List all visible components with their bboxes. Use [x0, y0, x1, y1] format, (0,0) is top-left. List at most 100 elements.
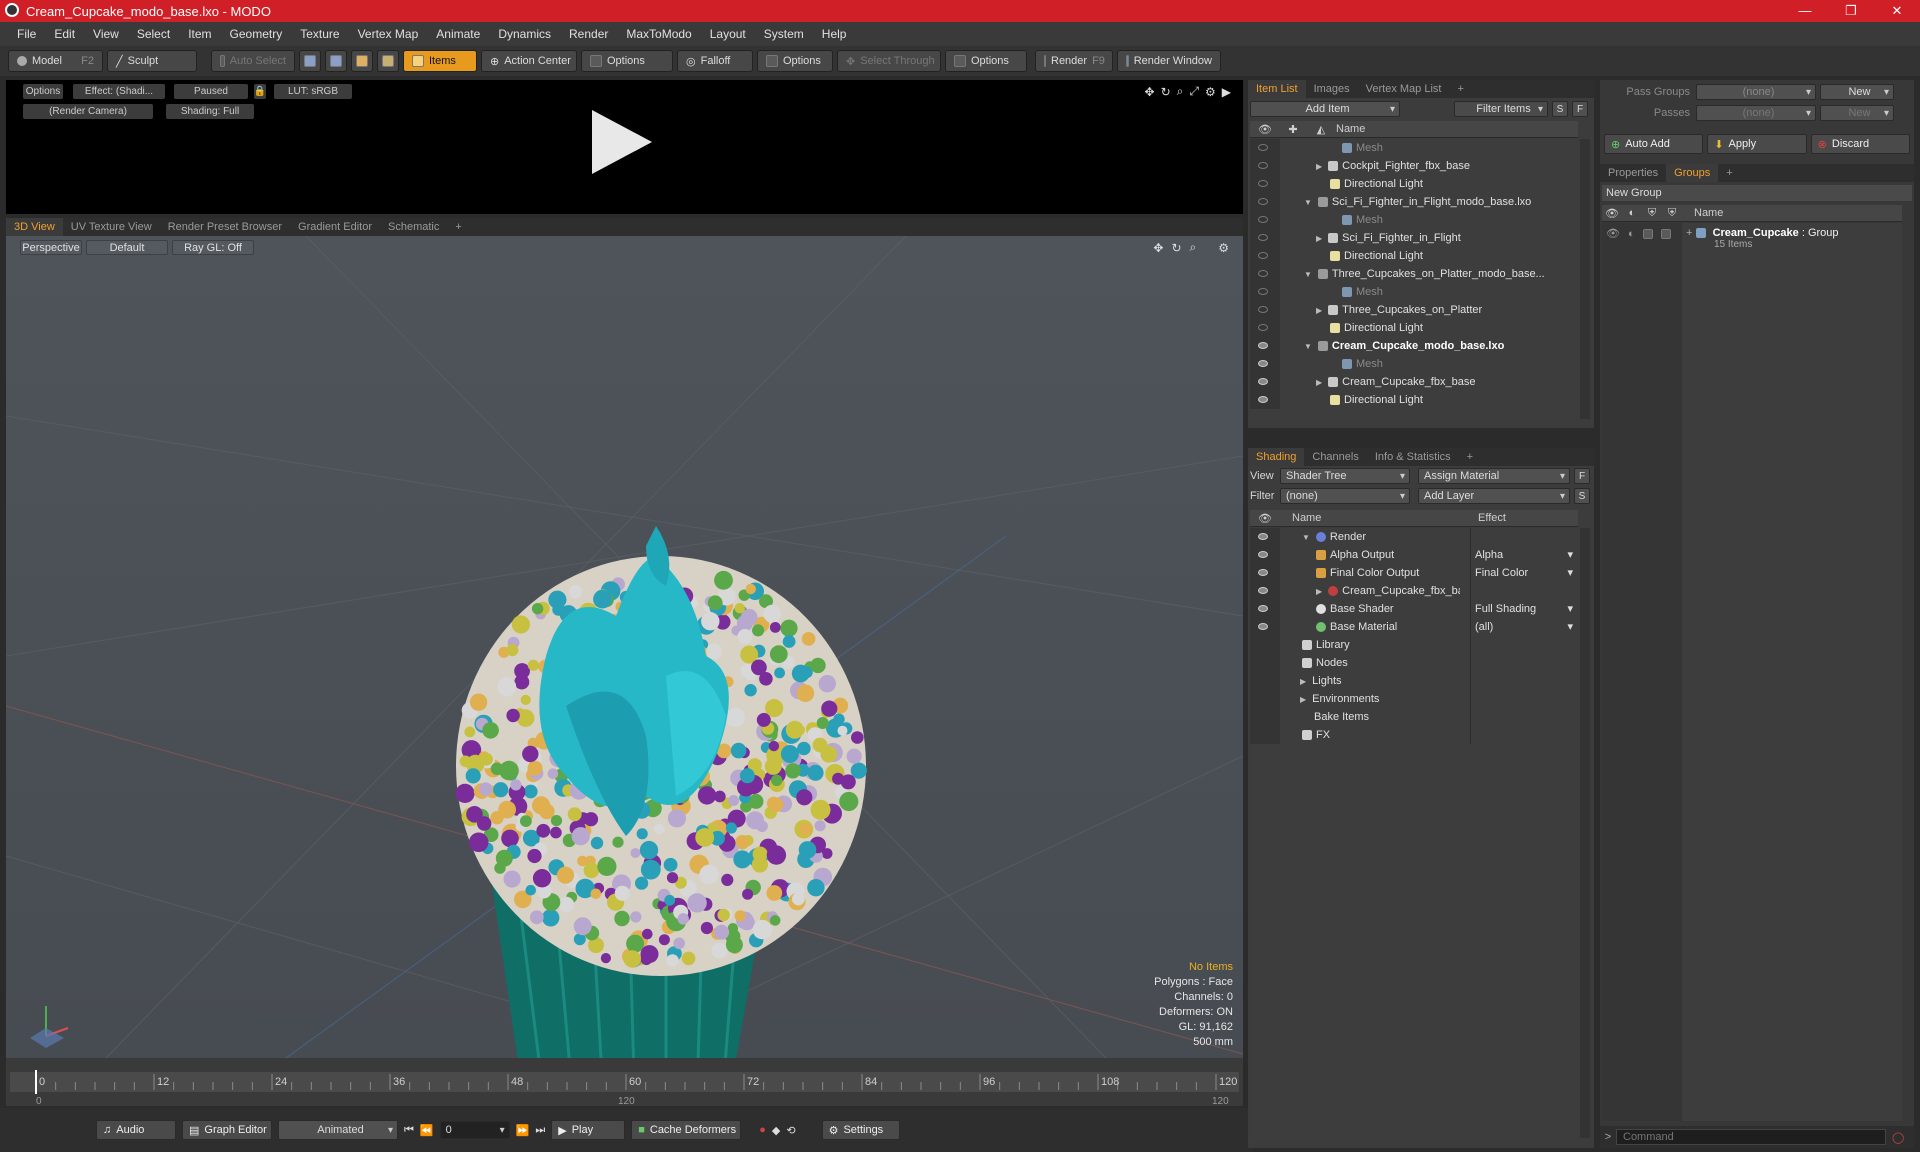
auto-select-button[interactable]: Auto Select	[211, 50, 295, 72]
model-mode-button[interactable]: Model F2	[8, 50, 103, 72]
tab-item-list[interactable]: Item List	[1248, 80, 1306, 98]
animated-dropdown[interactable]: Animated	[278, 1120, 398, 1140]
fit-icon[interactable]: ⤢	[1189, 84, 1199, 99]
new-group-button[interactable]: New Group	[1602, 185, 1912, 201]
shading-name-column[interactable]: Name	[1280, 512, 1474, 524]
pass-groups-dropdown[interactable]: (none)	[1696, 84, 1816, 100]
list-item[interactable]: Directional Light	[1250, 319, 1578, 337]
materials-mode-button[interactable]	[377, 50, 399, 72]
preview-shading-dropdown[interactable]: Shading: Full	[166, 104, 254, 119]
list-item[interactable]: ▼ Three_Cupcakes_on_Platter_modo_base...	[1250, 265, 1578, 283]
zoom-icon[interactable]: ⌕	[1177, 84, 1184, 99]
eye-icon[interactable]: 👁	[1606, 227, 1620, 240]
visibility-cell[interactable]	[1250, 175, 1280, 193]
next-frame-icon[interactable]: ⏩	[516, 1124, 530, 1137]
menu-help[interactable]: Help	[813, 27, 856, 41]
visibility-cell[interactable]	[1250, 265, 1280, 283]
close-button[interactable]: ✕	[1874, 0, 1920, 22]
lock-column-icon[interactable]: ✚	[1280, 123, 1306, 136]
shading-scrollbar[interactable]	[1580, 528, 1590, 1138]
visibility-cell[interactable]	[1250, 636, 1280, 654]
viewport-settings-gear-icon[interactable]: ⚙	[1218, 241, 1229, 255]
shader-tree-row[interactable]: Bake Items	[1250, 708, 1578, 726]
new-pass-group-button[interactable]: New	[1820, 84, 1894, 100]
cache-deformers-button[interactable]: ■ Cache Deformers	[631, 1120, 742, 1140]
eye-icon[interactable]	[1258, 605, 1268, 612]
list-item[interactable]: Directional Light	[1250, 247, 1578, 265]
menu-maxtomodo[interactable]: MaxToModo	[617, 27, 700, 41]
render-column-icon[interactable]: ◐	[1622, 207, 1642, 219]
eye-icon[interactable]	[1258, 324, 1268, 331]
pan-icon[interactable]: ✥	[1153, 241, 1163, 255]
eye-icon[interactable]	[1258, 144, 1268, 151]
command-history-icon[interactable]: ◯	[1892, 1131, 1904, 1144]
visibility-cell[interactable]	[1250, 654, 1280, 672]
menu-dynamics[interactable]: Dynamics	[489, 27, 560, 41]
visibility-cell[interactable]	[1250, 229, 1280, 247]
menu-geometry[interactable]: Geometry	[221, 27, 292, 41]
eye-icon[interactable]	[1258, 198, 1268, 205]
item-list-scrollbar[interactable]	[1580, 139, 1590, 419]
menu-render[interactable]: Render	[560, 27, 617, 41]
polygons-mode-button[interactable]	[351, 50, 373, 72]
falloff-options-button[interactable]: Options	[757, 50, 833, 72]
visibility-cell[interactable]	[1250, 708, 1280, 726]
eye-icon[interactable]	[1258, 342, 1268, 349]
discard-button[interactable]: ⊗ Discard	[1810, 134, 1910, 154]
render-icon[interactable]: ◐	[1628, 228, 1635, 240]
auto-add-button[interactable]: ⊕ Auto Add	[1604, 134, 1704, 154]
visibility-cell[interactable]	[1250, 546, 1280, 564]
list-item[interactable]: ▶ Cockpit_Fighter_fbx_base	[1250, 157, 1578, 175]
expand-arrow-icon[interactable]: ▶	[1316, 162, 1322, 171]
visibility-cell[interactable]	[1250, 355, 1280, 373]
menu-system[interactable]: System	[755, 27, 813, 41]
lock-icon[interactable]: 🔒	[254, 84, 266, 99]
preview-camera-dropdown[interactable]: (Render Camera)	[23, 104, 153, 119]
minimize-button[interactable]: —	[1782, 0, 1828, 22]
audio-button[interactable]: ♫ Audio	[96, 1120, 176, 1140]
chevron-down-icon[interactable]: ▾	[1567, 600, 1573, 618]
zoom-icon[interactable]: ⌕	[1190, 240, 1197, 255]
menu-select[interactable]: Select	[128, 27, 179, 41]
shader-tree-row[interactable]: ▶ Lights	[1250, 672, 1578, 690]
maximize-button[interactable]: ❐	[1828, 0, 1874, 22]
visibility-cell[interactable]	[1250, 319, 1280, 337]
tab-vertex-map-list[interactable]: Vertex Map List	[1358, 80, 1450, 98]
tab-[interactable]: +	[1449, 80, 1471, 98]
shader-tree-dropdown[interactable]: Shader Tree	[1280, 468, 1410, 484]
chevron-down-icon[interactable]: ▾	[1567, 618, 1573, 636]
tab-[interactable]: +	[1459, 448, 1481, 466]
visibility-cell[interactable]	[1250, 157, 1280, 175]
visibility-cell[interactable]	[1250, 672, 1280, 690]
play-button[interactable]: ▶ Play	[551, 1120, 626, 1140]
timeline-ruler[interactable]: 0 12 24 36 48 60 72 84 96 108 120 0 120 120	[6, 1058, 1243, 1107]
select-checkbox[interactable]	[1660, 228, 1671, 239]
collapse-arrow-icon[interactable]: ▼	[1304, 270, 1312, 279]
preview-effect-dropdown[interactable]: Effect: (Shadi...	[73, 84, 165, 99]
shader-tree-row[interactable]: ▼ Render	[1250, 528, 1578, 546]
edges-mode-button[interactable]	[325, 50, 347, 72]
visibility-cell[interactable]	[1250, 193, 1280, 211]
eye-icon[interactable]	[1258, 306, 1268, 313]
list-item[interactable]: ▶ Three_Cupcakes_on_Platter	[1250, 301, 1578, 319]
tab-uv-texture-view[interactable]: UV Texture View	[63, 218, 160, 236]
chevron-down-icon[interactable]: ▾	[1567, 546, 1573, 564]
effect-cell[interactable]: Full Shading ▾	[1470, 600, 1576, 618]
passes-dropdown[interactable]: (none)	[1696, 105, 1816, 121]
timeline[interactable]: 0 12 24 36 48 60 72 84 96 108 120 0 120 120	[6, 1058, 1243, 1107]
visibility-cell[interactable]	[1250, 690, 1280, 708]
record-icon[interactable]: ●	[759, 1124, 766, 1136]
move-icon[interactable]: ✥	[1145, 85, 1155, 99]
shader-tree-row[interactable]: Final Color Output Final Color ▾	[1250, 564, 1578, 582]
select-through-button[interactable]: ✥ Select Through	[837, 50, 941, 72]
lock-checkbox[interactable]	[1642, 228, 1653, 239]
shader-tree-row[interactable]: ▶ Environments	[1250, 690, 1578, 708]
collapse-arrow-icon[interactable]: ▼	[1304, 342, 1312, 351]
expand-arrow-icon[interactable]: ▶	[1300, 677, 1306, 686]
assign-material-dropdown[interactable]: Assign Material	[1418, 468, 1570, 484]
tab-channels[interactable]: Channels	[1304, 448, 1366, 466]
visibility-cell[interactable]	[1250, 618, 1280, 636]
graph-editor-button[interactable]: ▤ Graph Editor	[182, 1120, 272, 1140]
groups-name-column[interactable]: Name	[1682, 207, 1723, 219]
eye-icon[interactable]	[1258, 378, 1268, 385]
